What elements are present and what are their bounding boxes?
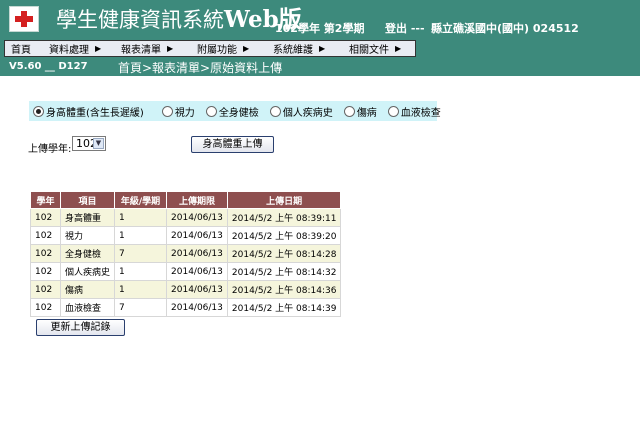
- table-header-row: 學年 項目 年級/學期 上傳期限 上傳日期: [30, 191, 342, 209]
- logout-link[interactable]: 登出 ---: [385, 20, 425, 36]
- cell-year: 102: [30, 244, 61, 263]
- cell-grade: 1: [114, 262, 168, 281]
- cell-deadline: 2014/06/13: [166, 280, 228, 299]
- cell-year: 102: [30, 262, 61, 281]
- breadcrumb-bar: [0, 57, 640, 76]
- col-header-grade: 年級/學期: [114, 191, 168, 209]
- cell-grade: 7: [114, 298, 168, 317]
- option-medical-history[interactable]: 個人疾病史: [269, 104, 333, 119]
- table-row: 102 個人疾病史 1 2014/06/13 2014/5/2 上午 08:14…: [30, 262, 342, 281]
- menu-item-documents[interactable]: 相關文件 ▶: [343, 41, 415, 56]
- cell-year: 102: [30, 226, 61, 245]
- cell-deadline: 2014/06/13: [166, 226, 228, 245]
- cell-upload-date: 2014/5/2 上午 08:39:20: [226, 226, 342, 245]
- table-row: 102 血液檢查 7 2014/06/13 2014/5/2 上午 08:14:…: [30, 298, 342, 317]
- table-row: 102 身高體重 1 2014/06/13 2014/5/2 上午 08:39:…: [30, 208, 342, 227]
- cell-upload-date: 2014/5/2 上午 08:14:36: [226, 280, 342, 299]
- triangle-right-icon: ▶: [243, 44, 250, 53]
- app-title-main: 學生健康資訊系統: [56, 8, 224, 32]
- triangle-right-icon: ▶: [395, 44, 402, 53]
- year-select[interactable]: 102 ▼: [72, 136, 106, 151]
- radio-icon[interactable]: [343, 105, 355, 117]
- triangle-right-icon: ▶: [95, 44, 102, 53]
- cell-item: 傷病: [59, 280, 116, 299]
- upload-type-options: 身高體重(含生長遲緩) 視力 全身健檢 個人疾病史 傷病 血液檢查: [29, 101, 441, 121]
- triangle-right-icon: ▶: [319, 44, 326, 53]
- cell-deadline: 2014/06/13: [166, 244, 228, 263]
- option-full-exam[interactable]: 全身健檢: [205, 104, 259, 119]
- cell-upload-date: 2014/5/2 上午 08:14:28: [226, 244, 342, 263]
- upload-button[interactable]: 身高體重上傳: [191, 136, 274, 153]
- table-row: 102 視力 1 2014/06/13 2014/5/2 上午 08:39:20: [30, 226, 342, 245]
- menu-item-system[interactable]: 系統維護 ▶: [267, 41, 343, 56]
- year-label: 上傳學年:: [28, 144, 72, 155]
- option-blood-test[interactable]: 血液檢查: [387, 104, 441, 119]
- radio-icon[interactable]: [205, 105, 217, 117]
- cell-upload-date: 2014/5/2 上午 08:14:32: [226, 262, 342, 281]
- cell-grade: 1: [114, 280, 168, 299]
- version-label: V5.60 __ D127: [9, 61, 88, 72]
- col-header-year: 學年: [30, 191, 61, 209]
- school-name: 縣立礁溪國中(國中) 024512: [431, 22, 579, 35]
- menu-item-data-processing[interactable]: 資料處理 ▶: [43, 41, 115, 56]
- col-header-upload-date: 上傳日期: [226, 191, 342, 209]
- cell-year: 102: [30, 298, 61, 317]
- upload-records-table: 學年 項目 年級/學期 上傳期限 上傳日期 102 身高體重 1 2014/06…: [30, 191, 342, 317]
- red-cross-icon: [9, 6, 39, 32]
- cell-grade: 1: [114, 226, 168, 245]
- cell-upload-date: 2014/5/2 上午 08:14:39: [226, 298, 342, 317]
- cell-grade: 7: [114, 244, 168, 263]
- option-height-weight[interactable]: 身高體重(含生長遲緩): [33, 104, 144, 119]
- main-menu: 首頁 資料處理 ▶ 報表清單 ▶ 附屬功能 ▶ 系統維護 ▶ 相關文件 ▶: [4, 40, 416, 57]
- table-row: 102 全身健檢 7 2014/06/13 2014/5/2 上午 08:14:…: [30, 244, 342, 263]
- app-header: 學生健康資訊系統Web版 102學年 第2學期 登出 --- 縣立礁溪國中(國中…: [0, 0, 640, 38]
- radio-icon[interactable]: [387, 105, 399, 117]
- term-info: 102學年 第2學期: [275, 22, 365, 35]
- cell-item: 血液檢查: [59, 298, 116, 317]
- menu-item-home[interactable]: 首頁: [5, 41, 43, 56]
- app-title: 學生健康資訊系統Web版: [56, 8, 302, 32]
- chevron-down-icon[interactable]: ▼: [93, 138, 104, 149]
- cell-item: 身高體重: [59, 208, 116, 227]
- menu-item-reports[interactable]: 報表清單 ▶: [115, 41, 191, 56]
- col-header-deadline: 上傳期限: [166, 191, 228, 209]
- cell-item: 個人疾病史: [59, 262, 116, 281]
- refresh-records-button[interactable]: 更新上傳記錄: [36, 319, 125, 336]
- option-vision[interactable]: 視力: [161, 104, 195, 119]
- cell-item: 視力: [59, 226, 116, 245]
- cell-year: 102: [30, 208, 61, 227]
- col-header-item: 項目: [59, 191, 116, 209]
- cell-grade: 1: [114, 208, 168, 227]
- radio-selected-icon[interactable]: [33, 105, 44, 117]
- breadcrumb: 首頁>報表清單>原始資料上傳: [118, 61, 283, 75]
- radio-icon[interactable]: [161, 105, 173, 117]
- menu-item-extras[interactable]: 附屬功能 ▶: [191, 41, 267, 56]
- cell-deadline: 2014/06/13: [166, 298, 228, 317]
- cell-deadline: 2014/06/13: [166, 208, 228, 227]
- cell-year: 102: [30, 280, 61, 299]
- radio-icon[interactable]: [269, 105, 281, 117]
- triangle-right-icon: ▶: [167, 44, 174, 53]
- option-injury[interactable]: 傷病: [343, 104, 377, 119]
- table-row: 102 傷病 1 2014/06/13 2014/5/2 上午 08:14:36: [30, 280, 342, 299]
- cell-item: 全身健檢: [59, 244, 116, 263]
- cell-upload-date: 2014/5/2 上午 08:39:11: [226, 208, 342, 227]
- cell-deadline: 2014/06/13: [166, 262, 228, 281]
